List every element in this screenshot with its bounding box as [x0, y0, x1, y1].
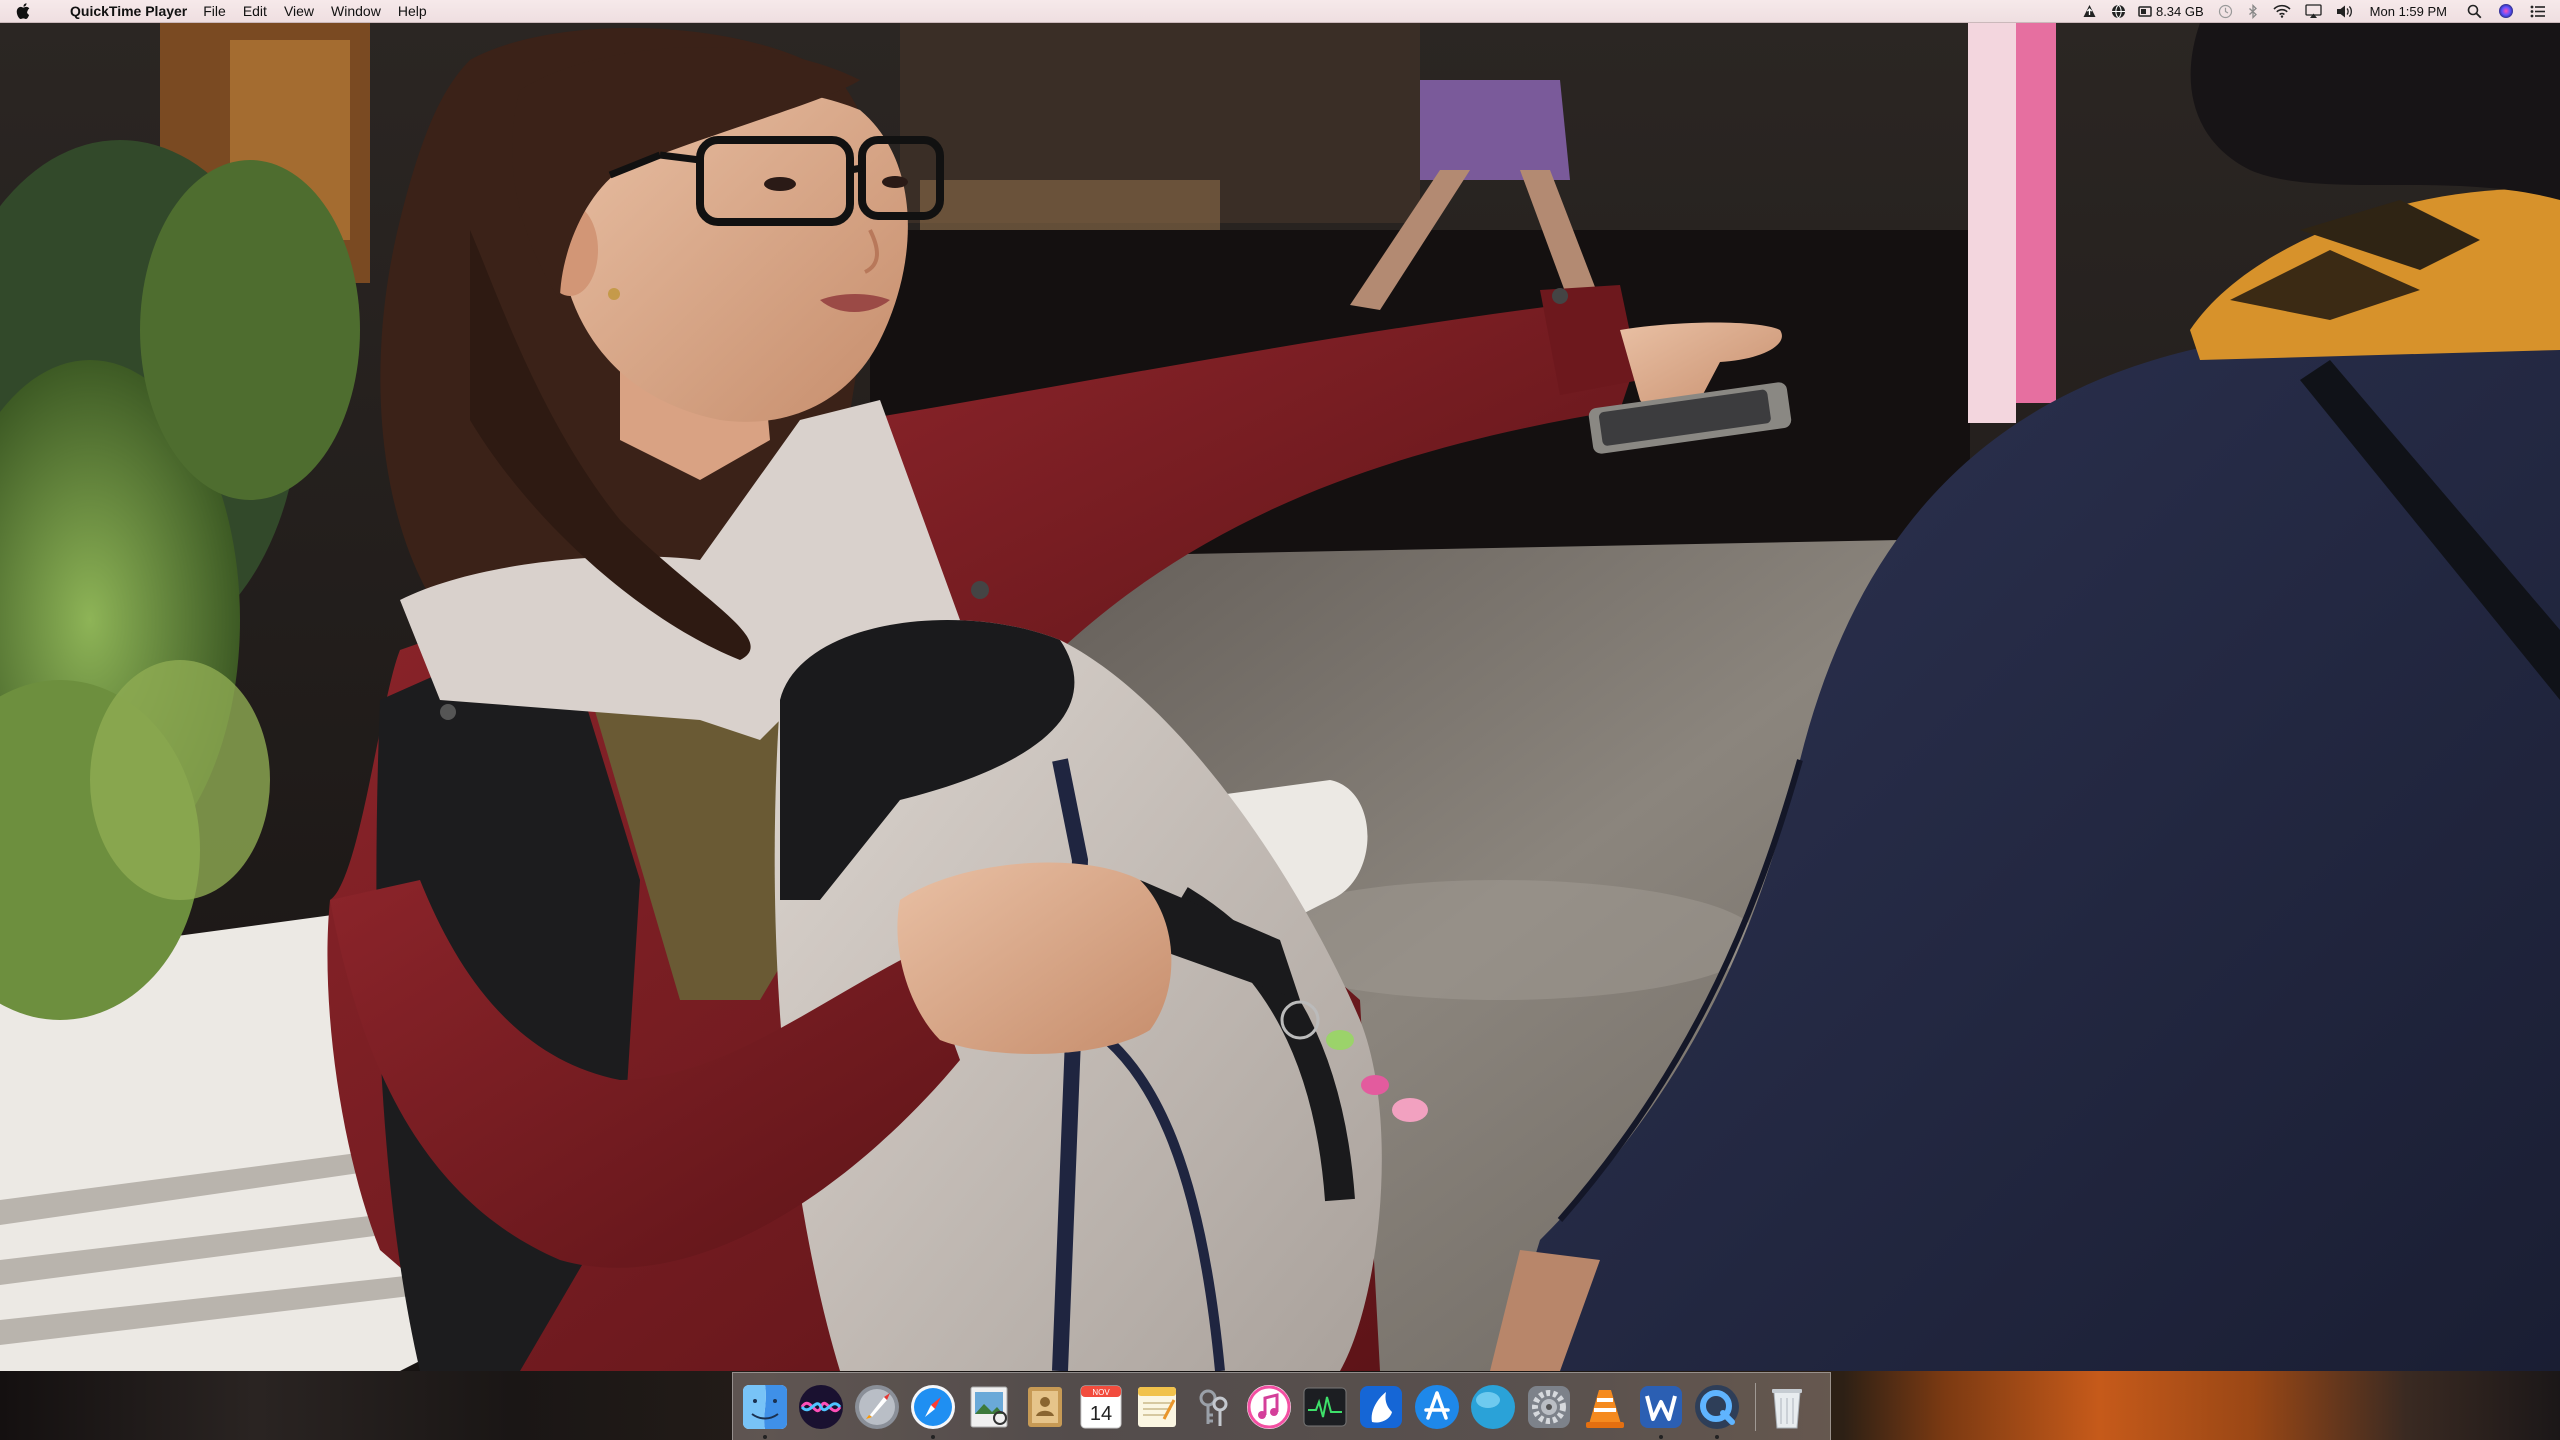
window-menu[interactable]: Window	[331, 3, 381, 19]
dock-activity-monitor[interactable]	[1300, 1382, 1350, 1432]
menu-bar: QuickTime Player File Edit View Window H…	[0, 0, 2560, 23]
cleaner-icon	[1360, 1385, 1402, 1428]
dock-launchpad[interactable]	[852, 1382, 902, 1432]
dock-siri[interactable]	[796, 1382, 846, 1432]
dock-cleaner[interactable]	[1356, 1382, 1406, 1432]
apple-menu-icon[interactable]	[16, 3, 44, 19]
running-indicator	[1715, 1434, 1719, 1439]
dock-keychain-access[interactable]	[1188, 1382, 1238, 1432]
memory-icon[interactable]	[2138, 5, 2153, 18]
calendar-month: NOV	[1092, 1388, 1110, 1397]
dock-app-store[interactable]	[1412, 1382, 1462, 1432]
airplay-icon[interactable]	[2305, 3, 2322, 19]
app-store-icon	[1415, 1384, 1459, 1429]
edit-menu[interactable]: Edit	[243, 3, 267, 19]
dock-vlc[interactable]	[1580, 1382, 1630, 1432]
notes-icon	[1138, 1386, 1176, 1427]
volume-icon[interactable]	[2336, 4, 2354, 19]
dock-browser[interactable]	[1468, 1382, 1518, 1432]
launchpad-icon	[855, 1384, 899, 1429]
vlc-icon	[1586, 1389, 1624, 1428]
video-scene	[0, 23, 2560, 1371]
running-indicator	[931, 1434, 935, 1439]
contacts-icon	[1028, 1386, 1062, 1427]
dock: NOV 14	[732, 1372, 1831, 1440]
dock-safari[interactable]	[908, 1382, 958, 1439]
calendar-icon: NOV 14	[1080, 1385, 1122, 1428]
help-menu[interactable]: Help	[398, 3, 427, 19]
dock-itunes[interactable]	[1244, 1382, 1294, 1432]
spotlight-icon[interactable]	[2467, 4, 2482, 19]
blue-sphere-icon	[1471, 1384, 1515, 1429]
view-menu[interactable]: View	[284, 3, 314, 19]
trash-icon	[1772, 1388, 1802, 1428]
clock-icon[interactable]	[2218, 4, 2233, 19]
app-name-menu[interactable]: QuickTime Player	[70, 3, 187, 19]
dock-finder[interactable]	[740, 1382, 790, 1439]
bluetooth-icon[interactable]	[2247, 3, 2259, 19]
finder-icon	[743, 1384, 787, 1429]
itunes-icon	[1247, 1384, 1291, 1429]
upload-icon[interactable]	[2082, 4, 2097, 19]
globe-icon[interactable]	[2111, 4, 2126, 19]
memory-label: 8.34 GB	[2155, 3, 2204, 19]
siri-icon	[799, 1384, 843, 1429]
menubar-clock[interactable]: Mon 1:59 PM	[2370, 4, 2447, 19]
dock-preview[interactable]	[964, 1382, 1014, 1432]
calendar-day: 14	[1090, 1403, 1112, 1425]
siri-icon[interactable]	[2498, 3, 2514, 19]
dock-notes[interactable]	[1132, 1382, 1182, 1432]
wifi-icon[interactable]	[2273, 4, 2291, 18]
dock-trash[interactable]	[1762, 1382, 1812, 1432]
dock-calendar[interactable]: NOV 14	[1076, 1382, 1126, 1432]
dock-separator	[1748, 1383, 1762, 1431]
dock-quicktime-player[interactable]	[1692, 1382, 1742, 1439]
system-preferences-icon	[1528, 1385, 1570, 1428]
preview-icon	[970, 1386, 1008, 1427]
word-icon	[1640, 1385, 1682, 1428]
running-indicator	[1659, 1434, 1663, 1439]
activity-monitor-icon	[1303, 1387, 1347, 1426]
dock-contacts[interactable]	[1020, 1382, 1070, 1432]
running-indicator	[763, 1434, 767, 1439]
keychain-icon	[1199, 1389, 1228, 1426]
notification-center-icon[interactable]	[2530, 5, 2546, 18]
safari-icon	[911, 1384, 955, 1429]
dock-word[interactable]	[1636, 1382, 1686, 1439]
quicktime-icon	[1695, 1384, 1739, 1429]
video-frame[interactable]	[0, 23, 2560, 1371]
file-menu[interactable]: File	[203, 3, 226, 19]
dock-system-preferences[interactable]	[1524, 1382, 1574, 1432]
